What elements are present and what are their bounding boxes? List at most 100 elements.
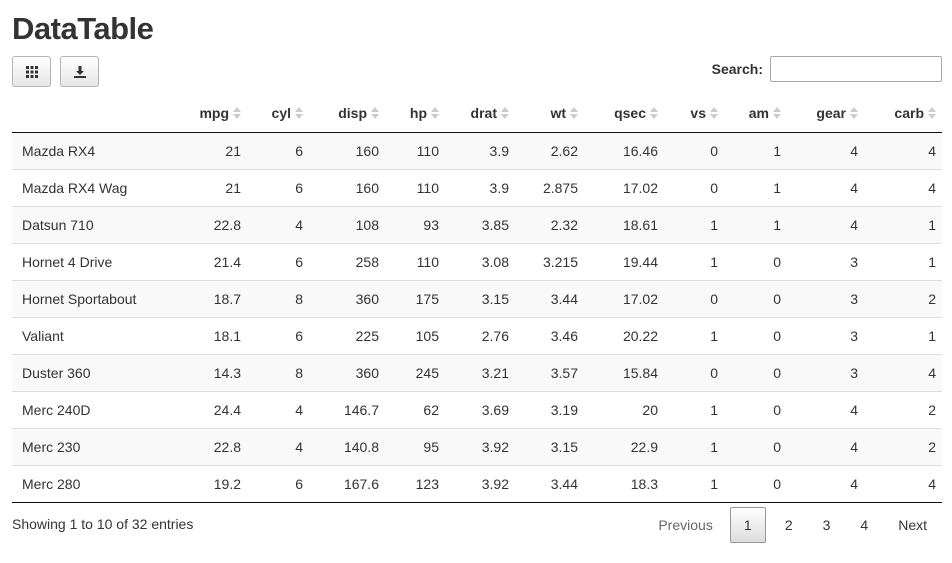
cell-drat: 3.69 [445,390,515,428]
row-name-cell: Hornet 4 Drive [12,242,190,280]
table-row[interactable]: Merc 230 22.8 4 140.8 95 3.92 3.15 22.9 1 0 4 2 [12,427,942,465]
cell-qsec: 22.9 [584,427,664,465]
sort-arrows-icon [501,106,509,120]
row-name-cell: Mazda RX4 Wag [12,168,190,206]
cell-cyl: 6 [247,242,309,280]
table-row[interactable]: Duster 360 14.3 8 360 245 3.21 3.57 15.84 0 0 3 4 [12,353,942,391]
column-header-vs[interactable]: vs [664,95,724,133]
table-row[interactable]: Merc 240D 24.4 4 146.7 62 3.69 3.19 20 1 0 4 2 [12,390,942,428]
column-header-rowname [12,95,190,133]
cell-gear: 4 [787,205,864,243]
column-header-label: disp [338,105,367,122]
cell-mpg: 18.1 [190,316,247,354]
cell-vs: 0 [664,279,724,317]
cell-drat: 3.08 [445,242,515,280]
column-visibility-button[interactable] [12,56,51,87]
cell-qsec: 18.61 [584,205,664,243]
column-header-disp[interactable]: disp [309,95,385,133]
column-header-cyl[interactable]: cyl [247,95,309,133]
cell-wt: 3.19 [515,390,584,428]
table-row[interactable]: Hornet Sportabout 18.7 8 360 175 3.15 3.44 17.0… [12,279,942,317]
sort-arrows-icon [295,106,303,120]
cell-wt: 2.32 [515,205,584,243]
cell-cyl: 6 [247,132,309,169]
cell-cyl: 6 [247,464,309,503]
cell-drat: 3.15 [445,279,515,317]
column-header-label: gear [816,105,846,122]
download-button[interactable] [60,56,99,87]
download-icon [73,65,86,78]
column-header-label: am [748,105,769,122]
cell-disp: 167.6 [309,464,385,503]
cell-vs: 1 [664,316,724,354]
cell-disp: 258 [309,242,385,280]
cell-drat: 3.21 [445,353,515,391]
cell-mpg: 21 [190,132,247,169]
cell-am: 1 [724,168,787,206]
cell-gear: 3 [787,279,864,317]
cell-wt: 3.44 [515,464,584,503]
cell-cyl: 6 [247,168,309,206]
cell-carb: 2 [864,390,942,428]
next-page-button[interactable]: Next [883,507,942,543]
column-header-carb[interactable]: carb [864,95,942,133]
cell-hp: 123 [385,464,445,503]
table-header-row: mpg cyl disp hp drat wt qsec vs am gear carb [12,95,942,133]
table-row[interactable]: Merc 280 19.2 6 167.6 123 3.92 3.44 18.3 1 0 4 4 [12,464,942,503]
previous-page-button[interactable]: Previous [645,507,729,543]
cell-cyl: 4 [247,427,309,465]
cell-gear: 4 [787,427,864,465]
cell-carb: 4 [864,353,942,391]
cell-drat: 3.92 [445,427,515,465]
cell-wt: 3.15 [515,427,584,465]
column-header-drat[interactable]: drat [445,95,515,133]
column-header-mpg[interactable]: mpg [190,95,247,133]
table-row[interactable]: Hornet 4 Drive 21.4 6 258 110 3.08 3.215 19.44 1… [12,242,942,280]
cell-am: 0 [724,427,787,465]
column-header-label: hp [409,105,427,122]
row-name-cell: Datsun 710 [12,205,190,243]
cell-qsec: 15.84 [584,353,664,391]
table-row[interactable]: Valiant 18.1 6 225 105 2.76 3.46 20.22 1 0 3 1 [12,316,942,354]
sort-arrows-icon [233,106,241,120]
cell-gear: 4 [787,464,864,503]
cell-gear: 3 [787,242,864,280]
page-button-1[interactable]: 1 [729,507,766,543]
toolbar [12,56,99,87]
table-row[interactable]: Datsun 710 22.8 4 108 93 3.85 2.32 18.61 1 1 4 1 [12,205,942,243]
cell-cyl: 8 [247,353,309,391]
sort-arrows-icon [371,106,379,120]
cell-mpg: 14.3 [190,353,247,391]
row-name-cell: Mazda RX4 [12,132,190,169]
table-row[interactable]: Mazda RX4 Wag 21 6 160 110 3.9 2.875 17.02 0 1 4 4 [12,168,942,206]
page-button-3[interactable]: 3 [808,507,846,543]
data-table: mpg cyl disp hp drat wt qsec vs am gear carb Mazda… [12,95,942,503]
cell-am: 1 [724,205,787,243]
table-row[interactable]: Mazda RX4 21 6 160 110 3.9 2.62 16.46 0 1 4 4 [12,132,942,169]
row-name-cell: Valiant [12,316,190,354]
cell-drat: 3.92 [445,464,515,503]
column-header-gear[interactable]: gear [787,95,864,133]
column-header-hp[interactable]: hp [385,95,445,133]
row-name-cell: Merc 230 [12,427,190,465]
cell-carb: 1 [864,205,942,243]
cell-gear: 4 [787,390,864,428]
page-button-4[interactable]: 4 [845,507,883,543]
cell-carb: 4 [864,464,942,503]
search-input[interactable] [770,56,942,82]
page-button-2[interactable]: 2 [770,507,808,543]
cell-qsec: 20 [584,390,664,428]
page-title: DataTable [12,11,154,46]
cell-wt: 2.62 [515,132,584,169]
cell-qsec: 16.46 [584,132,664,169]
column-header-qsec[interactable]: qsec [584,95,664,133]
cell-gear: 3 [787,316,864,354]
column-header-label: mpg [199,105,229,122]
column-header-am[interactable]: am [724,95,787,133]
cell-qsec: 19.44 [584,242,664,280]
cell-qsec: 20.22 [584,316,664,354]
cell-cyl: 4 [247,205,309,243]
cell-hp: 62 [385,390,445,428]
column-header-wt[interactable]: wt [515,95,584,133]
cell-drat: 3.9 [445,132,515,169]
